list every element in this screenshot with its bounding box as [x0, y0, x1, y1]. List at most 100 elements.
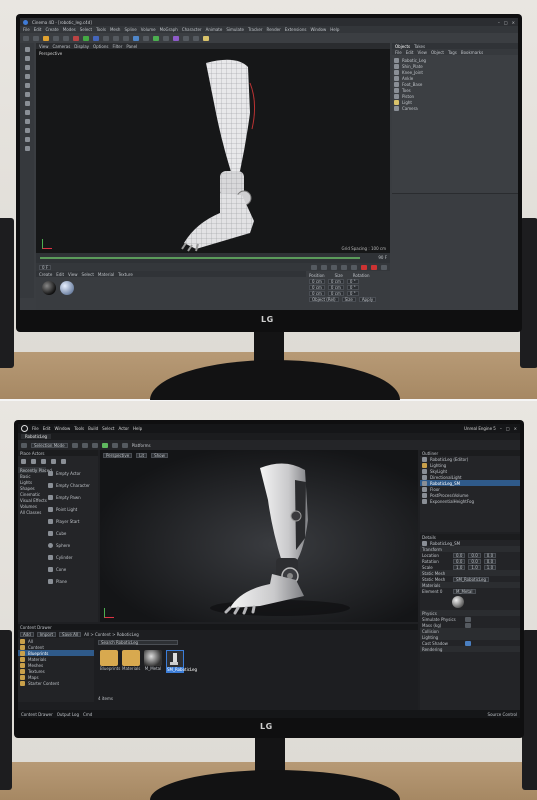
- material-tab-create[interactable]: Create: [39, 272, 52, 277]
- keyframe-button[interactable]: [381, 264, 387, 270]
- menu-tracker[interactable]: Tracker: [248, 27, 262, 32]
- coord-rot-b[interactable]: 0 °: [346, 290, 359, 296]
- render-button[interactable]: [113, 35, 119, 41]
- place-category[interactable]: Recently Placed: [18, 467, 52, 473]
- coord-size-mode-select[interactable]: Size: [341, 296, 356, 302]
- minimize-icon[interactable]: –: [500, 426, 502, 431]
- place-item[interactable]: Cube: [46, 527, 98, 539]
- content-search-input[interactable]: Search RoboticLeg: [98, 640, 178, 645]
- ue-menu-edit[interactable]: Edit: [43, 426, 51, 431]
- place-item[interactable]: Empty Character: [46, 479, 98, 491]
- points-mode-icon[interactable]: [24, 56, 30, 61]
- coord-rot-p[interactable]: 0 °: [346, 284, 359, 290]
- object-menu-edit[interactable]: Edit: [406, 50, 414, 55]
- menu-volume[interactable]: Volume: [141, 27, 156, 32]
- menu-file[interactable]: File: [23, 27, 30, 32]
- mesh-paint-icon[interactable]: [51, 459, 56, 464]
- record-button[interactable]: [361, 264, 367, 270]
- content-save-all-button[interactable]: Save All: [59, 631, 82, 637]
- place-category[interactable]: Visual Effects: [18, 497, 47, 503]
- asset-tile[interactable]: M_Metal: [144, 650, 162, 671]
- object-menu-object[interactable]: Object: [431, 50, 444, 55]
- ue-viewport[interactable]: Perspective Lit Show: [100, 450, 418, 622]
- selection-mode-dropdown[interactable]: Selection Mode: [31, 442, 68, 448]
- next-frame-button[interactable]: [341, 264, 347, 270]
- ue-menu-tools[interactable]: Tools: [74, 426, 84, 431]
- menu-tools[interactable]: Tools: [96, 27, 106, 32]
- add-actor-button[interactable]: [71, 442, 78, 448]
- rotate-tool-button[interactable]: [63, 35, 69, 41]
- coord-pos-x[interactable]: 0 cm: [309, 278, 325, 284]
- menu-edit[interactable]: Edit: [34, 27, 42, 32]
- material-swatch-light[interactable]: [60, 281, 74, 295]
- asset-tile[interactable]: Materials: [122, 650, 140, 671]
- coord-pos-y[interactable]: 0 cm: [309, 284, 325, 290]
- tab-takes[interactable]: Takes: [414, 44, 425, 49]
- floor-button[interactable]: [183, 35, 189, 41]
- ue-menu-window[interactable]: Window: [54, 426, 70, 431]
- snap-icon[interactable]: [24, 101, 30, 106]
- content-import-button[interactable]: Import: [36, 631, 57, 637]
- object-menu-tags[interactable]: Tags: [448, 50, 457, 55]
- ue-menu-actor[interactable]: Actor: [118, 426, 129, 431]
- material-tab-material[interactable]: Material: [98, 272, 114, 277]
- mass-checkbox[interactable]: [465, 622, 471, 628]
- render-settings-button[interactable]: [123, 35, 129, 41]
- content-path-breadcrumb[interactable]: All > Content > RoboticLeg: [84, 632, 139, 637]
- z-axis-button[interactable]: [93, 35, 99, 41]
- light-button[interactable]: [203, 35, 209, 41]
- save-icon[interactable]: [21, 442, 27, 448]
- autokey-button[interactable]: [371, 264, 377, 270]
- cloner-button[interactable]: [163, 35, 169, 41]
- close-icon[interactable]: ×: [514, 426, 517, 431]
- menu-extensions[interactable]: Extensions: [285, 27, 307, 32]
- maximize-icon[interactable]: □: [506, 426, 510, 431]
- static-mesh-picker[interactable]: SM_RoboticLeg: [453, 576, 490, 582]
- select-icon[interactable]: [21, 459, 26, 464]
- stop-icon[interactable]: [121, 442, 128, 448]
- menu-character[interactable]: Character: [182, 27, 202, 32]
- robotic-leg-render[interactable]: [100, 450, 418, 622]
- move-tool-button[interactable]: [43, 35, 49, 41]
- platforms-button[interactable]: Platforms: [132, 443, 151, 448]
- cast-shadow-checkbox[interactable]: [465, 640, 471, 646]
- folder-item[interactable]: Starter Content: [18, 680, 94, 686]
- outliner-item[interactable]: ExponentialHeightFog: [420, 498, 520, 504]
- landscape-icon[interactable]: [31, 459, 36, 464]
- model-mode-icon[interactable]: [24, 47, 30, 52]
- menu-spline[interactable]: Spline: [124, 27, 136, 32]
- undo-button[interactable]: [23, 35, 29, 41]
- polygons-mode-icon[interactable]: [24, 74, 30, 79]
- frame-readout[interactable]: 0 F: [39, 264, 52, 270]
- go-end-button[interactable]: [351, 264, 357, 270]
- menu-create[interactable]: Create: [45, 27, 58, 32]
- subdivision-button[interactable]: [153, 35, 159, 41]
- workplane-icon[interactable]: [24, 110, 30, 115]
- place-item[interactable]: Plane: [46, 575, 98, 587]
- timeline-track[interactable]: [40, 257, 360, 259]
- menu-mograph[interactable]: MoGraph: [160, 27, 178, 32]
- location-x[interactable]: 0.0: [453, 552, 466, 558]
- pause-icon[interactable]: [111, 442, 118, 448]
- details-section[interactable]: Rendering: [420, 646, 520, 652]
- menu-select[interactable]: Select: [80, 27, 92, 32]
- coord-rot-h[interactable]: 0 °: [346, 278, 359, 284]
- camera-button[interactable]: [193, 35, 199, 41]
- location-y[interactable]: 0.0: [468, 552, 481, 558]
- object-menu-file[interactable]: File: [395, 50, 402, 55]
- scale-z[interactable]: 1.0: [483, 564, 497, 570]
- axis-mode-icon[interactable]: [24, 92, 30, 97]
- content-add-button[interactable]: Add: [20, 631, 34, 637]
- status-output-log[interactable]: Output Log: [57, 712, 79, 717]
- coord-size-y[interactable]: 0 cm: [327, 284, 344, 290]
- material-tab-view[interactable]: View: [68, 272, 78, 277]
- place-item[interactable]: Cone: [46, 563, 98, 575]
- prev-frame-button[interactable]: [321, 264, 327, 270]
- material-thumbnail[interactable]: [452, 596, 464, 608]
- menu-window[interactable]: Window: [310, 27, 326, 32]
- pen-button[interactable]: [143, 35, 149, 41]
- y-axis-button[interactable]: [83, 35, 89, 41]
- coord-pos-z[interactable]: 0 cm: [309, 290, 325, 296]
- tab-objects[interactable]: Objects: [395, 44, 410, 49]
- menu-modes[interactable]: Modes: [63, 27, 76, 32]
